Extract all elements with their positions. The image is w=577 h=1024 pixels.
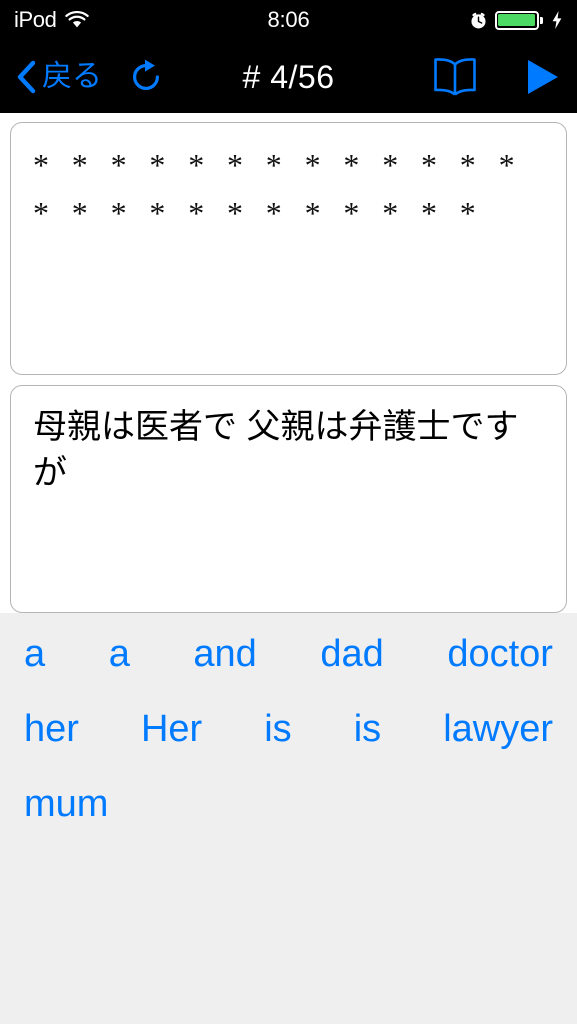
status-bar-left: iPod: [14, 7, 90, 32]
word-chip[interactable]: a: [24, 635, 45, 673]
alarm-clock-icon: [469, 11, 488, 30]
app-screen: iPod 8:06 戻る # 4/56 * * * * * * * * * * …: [0, 0, 577, 1024]
prompt-card[interactable]: 母親は医者で 父親は弁護士ですが: [10, 385, 567, 613]
word-chip[interactable]: doctor: [447, 635, 553, 673]
back-button[interactable]: 戻る: [16, 60, 102, 94]
status-bar-right: [469, 10, 564, 30]
wifi-icon: [65, 11, 90, 29]
answer-card[interactable]: * * * * * * * * * * * * * * * * * * * * …: [10, 122, 567, 375]
word-chip[interactable]: lawyer: [443, 710, 553, 748]
word-chip[interactable]: and: [193, 635, 256, 673]
prompt-sentence-text: 母親は医者で 父親は弁護士ですが: [33, 408, 519, 492]
back-button-label: 戻る: [42, 59, 102, 93]
status-bar: iPod 8:06: [0, 0, 577, 40]
word-bank-row: her Her is is lawyer: [24, 710, 553, 785]
battery-full-icon: [494, 10, 543, 30]
page-title: # 4/56: [242, 58, 335, 95]
masked-answer-text: * * * * * * * * * * * * * * * * * * * * …: [33, 147, 522, 231]
word-chip[interactable]: dad: [320, 635, 383, 673]
open-book-icon[interactable]: [431, 56, 479, 98]
word-chip[interactable]: her: [24, 710, 79, 748]
word-chip[interactable]: mum: [24, 785, 108, 823]
word-bank: a a and dad doctor her Her is is lawyer …: [0, 613, 577, 1024]
lightning-bolt-icon: [551, 10, 563, 30]
battery-cap: [540, 16, 543, 24]
refresh-clockwise-icon: [126, 57, 166, 97]
word-bank-row: mum: [24, 785, 553, 860]
cards-area: * * * * * * * * * * * * * * * * * * * * …: [0, 113, 577, 613]
refresh-button[interactable]: [126, 57, 166, 97]
word-chip[interactable]: a: [109, 635, 130, 673]
battery-body: [494, 10, 539, 30]
battery-fill: [498, 14, 535, 26]
clock-label: 8:06: [267, 7, 310, 32]
word-chip[interactable]: Her: [141, 710, 202, 748]
word-chip[interactable]: is: [354, 710, 381, 748]
carrier-label: iPod: [14, 7, 57, 32]
play-triangle-icon[interactable]: [525, 56, 561, 98]
navigation-bar: 戻る # 4/56: [0, 40, 577, 113]
word-chip[interactable]: is: [264, 710, 291, 748]
word-bank-row: a a and dad doctor: [24, 635, 553, 710]
chevron-left-icon: [16, 60, 36, 94]
nav-bar-left: 戻る: [16, 57, 166, 97]
nav-bar-right: [431, 56, 561, 98]
